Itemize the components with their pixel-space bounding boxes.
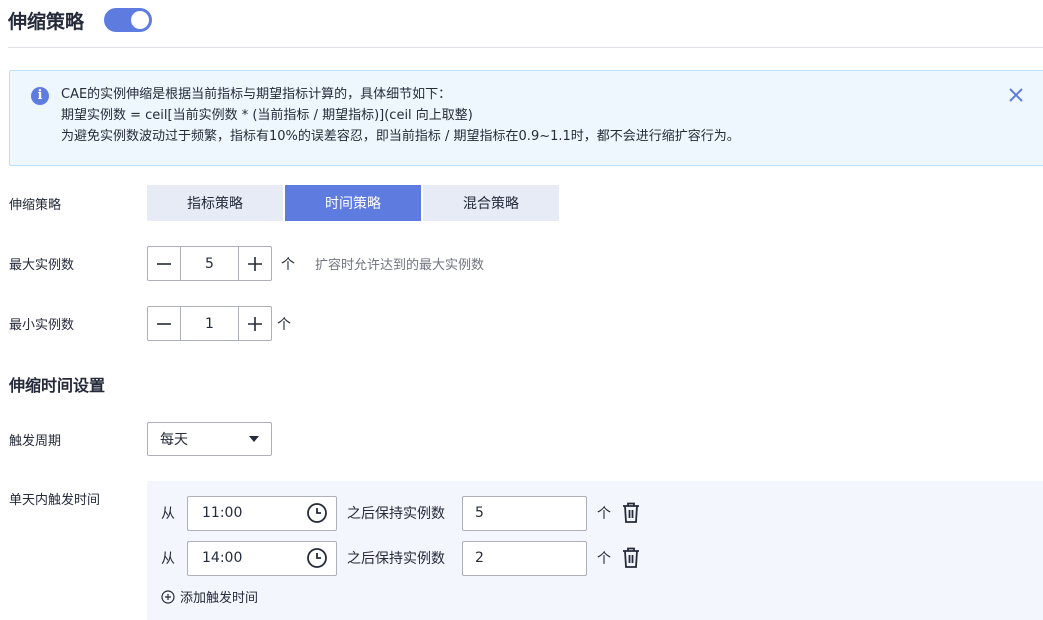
min-instances-label: 最小实例数 <box>9 318 75 333</box>
alert-line-3: 为避免实例数波动过于频繁，指标有10%的误差容忍，即当前指标 / 期望指标在0.… <box>61 129 740 144</box>
min-increment-button[interactable] <box>239 307 271 340</box>
period-label: 触发周期 <box>9 433 62 449</box>
triggers-label: 单天内触发时间 <box>9 493 101 508</box>
min-instances-row: 最小实例数 1 个 <box>9 306 291 341</box>
period-row: 触发周期 每天 <box>9 422 272 456</box>
clock-icon <box>307 503 327 523</box>
period-select[interactable]: 每天 <box>147 422 272 456</box>
min-instances-unit: 个 <box>277 316 291 333</box>
policy-option-time[interactable]: 时间策略 <box>285 185 421 221</box>
max-decrement-button[interactable] <box>148 247 180 280</box>
trigger-time-value: 11:00 <box>202 505 243 521</box>
trigger-count-input[interactable]: 2 <box>462 540 587 576</box>
max-instances-unit: 个 <box>281 256 295 273</box>
trigger-count-unit: 个 <box>597 551 611 567</box>
max-instances-row: 最大实例数 5 个 扩容时允许达到的最大实例数 <box>9 246 484 281</box>
page-title: 伸缩策略 <box>8 10 85 33</box>
policy-option-mixed[interactable]: 混合策略 <box>423 185 559 221</box>
schedule-section-title: 伸缩时间设置 <box>9 376 106 395</box>
policy-label: 伸缩策略 <box>9 197 62 213</box>
trigger-time-picker[interactable]: 14:00 <box>187 540 337 576</box>
trigger-from-label: 从 <box>161 551 175 567</box>
add-trigger-button[interactable]: 添加触发时间 <box>161 587 258 606</box>
policy-segmented-control: 指标策略 时间策略 混合策略 <box>147 185 561 221</box>
plus-icon <box>248 316 262 331</box>
minus-icon <box>157 322 171 325</box>
header-divider <box>8 47 1043 48</box>
min-decrement-button[interactable] <box>148 307 180 340</box>
trigger-from-label: 从 <box>161 506 175 522</box>
min-instances-input[interactable]: 1 <box>180 307 239 340</box>
trigger-keep-label: 之后保持实例数 <box>347 551 445 567</box>
period-select-value: 每天 <box>160 432 188 448</box>
trash-icon[interactable] <box>621 547 641 569</box>
max-instances-stepper: 5 <box>147 246 272 281</box>
max-instances-input[interactable]: 5 <box>180 247 239 280</box>
policy-option-metric[interactable]: 指标策略 <box>147 185 283 221</box>
trigger-row: 从 14:00 之后保持实例数 2 个 <box>161 540 641 576</box>
info-icon: i <box>31 87 49 105</box>
max-instances-label: 最大实例数 <box>9 258 75 273</box>
min-instances-stepper: 1 <box>147 306 272 341</box>
policy-row: 伸缩策略 指标策略 时间策略 混合策略 <box>9 185 561 221</box>
trash-icon[interactable] <box>621 502 641 524</box>
clock-icon <box>307 548 327 568</box>
plus-icon <box>248 256 262 271</box>
minus-icon <box>157 262 171 265</box>
triggers-panel: 从 11:00 之后保持实例数 5 个 从 14:00 之后保持实例数 2 个 … <box>147 481 1043 620</box>
info-alert: i CAE的实例伸缩是根据当前指标与期望指标计算的，具体细节如下： 期望实例数 … <box>9 70 1043 166</box>
alert-line-1: CAE的实例伸缩是根据当前指标与期望指标计算的，具体细节如下： <box>61 87 452 102</box>
add-trigger-label: 添加触发时间 <box>180 591 259 606</box>
add-circle-icon <box>161 589 175 604</box>
triggers-label-row: 单天内触发时间 <box>9 489 147 508</box>
trigger-count-input[interactable]: 5 <box>462 495 587 531</box>
trigger-row: 从 11:00 之后保持实例数 5 个 <box>161 495 641 531</box>
alert-text: CAE的实例伸缩是根据当前指标与期望指标计算的，具体细节如下： 期望实例数 = … <box>61 84 740 147</box>
scaling-policy-toggle[interactable] <box>104 8 153 32</box>
trigger-time-value: 14:00 <box>202 550 243 566</box>
trigger-time-picker[interactable]: 11:00 <box>187 495 337 531</box>
alert-line-2: 期望实例数 = ceil[当前实例数 * (当前指标 / 期望指标)](ceil… <box>61 108 473 123</box>
max-increment-button[interactable] <box>239 247 271 280</box>
toggle-knob <box>131 11 150 29</box>
close-icon[interactable] <box>1006 85 1026 105</box>
page-header: 伸缩策略 <box>8 0 153 40</box>
caret-down-icon <box>249 436 259 442</box>
trigger-keep-label: 之后保持实例数 <box>347 506 445 522</box>
max-instances-hint: 扩容时允许达到的最大实例数 <box>315 258 485 273</box>
trigger-count-unit: 个 <box>597 506 611 522</box>
